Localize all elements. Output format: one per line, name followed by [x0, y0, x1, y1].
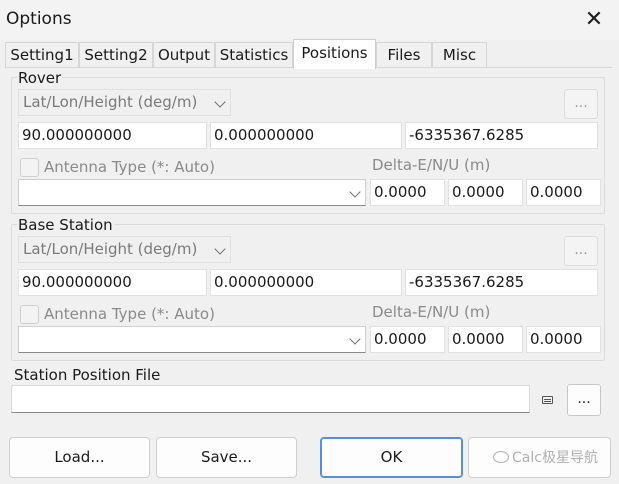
- base-delta-n-input[interactable]: 0.0000: [448, 326, 523, 353]
- chevron-down-icon: [214, 96, 226, 108]
- rover-delta-u-input[interactable]: 0.0000: [526, 179, 601, 206]
- ok-button[interactable]: OK: [320, 437, 463, 478]
- tab-statistics[interactable]: Statistics: [215, 42, 293, 68]
- watermark: Calc极星导航: [493, 447, 598, 467]
- rover-antenna-checkbox[interactable]: [20, 158, 39, 177]
- tab-output[interactable]: Output: [153, 42, 215, 68]
- close-icon[interactable]: ✕: [581, 7, 607, 33]
- rover-delta-e-input[interactable]: 0.0000: [370, 179, 445, 206]
- tab-misc[interactable]: Misc: [432, 42, 487, 68]
- chevron-down-icon: [349, 186, 361, 198]
- base-station-group-label: Base Station: [17, 216, 114, 234]
- watermark-text: Calc极星导航: [512, 450, 598, 466]
- view-file-icon[interactable]: [542, 396, 553, 404]
- rover-group-label: Rover: [17, 69, 63, 87]
- base-delta-u-input[interactable]: 0.0000: [526, 326, 601, 353]
- rover-lon-input[interactable]: 0.000000000: [210, 122, 402, 149]
- rover-delta-n-input[interactable]: 0.0000: [448, 179, 523, 206]
- rover-delta-label: Delta-E/N/U (m): [372, 156, 491, 174]
- save-button[interactable]: Save...: [156, 437, 297, 478]
- station-position-file-input[interactable]: [11, 385, 530, 413]
- wechat-icon: [493, 451, 509, 463]
- tab-files[interactable]: Files: [376, 42, 432, 68]
- base-antenna-select[interactable]: [18, 326, 366, 353]
- window-title: Options: [6, 9, 72, 29]
- base-height-input[interactable]: -6335367.6285: [405, 269, 598, 296]
- rover-position-type-value: Lat/Lon/Height (deg/m): [23, 93, 198, 111]
- station-position-file-label: Station Position File: [14, 366, 161, 384]
- load-button[interactable]: Load...: [9, 437, 150, 478]
- rover-antenna-select[interactable]: [18, 179, 366, 206]
- tab-positions[interactable]: Positions: [293, 39, 376, 69]
- tab-setting2[interactable]: Setting2: [79, 42, 153, 68]
- chevron-down-icon: [349, 333, 361, 345]
- base-lon-input[interactable]: 0.000000000: [210, 269, 402, 296]
- title-bar: Options ✕: [0, 0, 619, 40]
- base-delta-e-input[interactable]: 0.0000: [370, 326, 445, 353]
- rover-antenna-label: Antenna Type (*: Auto): [44, 158, 215, 176]
- rover-height-input[interactable]: -6335367.6285: [405, 122, 598, 149]
- base-position-type-select[interactable]: Lat/Lon/Height (deg/m): [18, 236, 231, 263]
- base-position-browse-button[interactable]: ...: [564, 236, 598, 266]
- base-lat-input[interactable]: 90.000000000: [18, 269, 207, 296]
- base-antenna-checkbox[interactable]: [20, 305, 39, 324]
- rover-position-type-select[interactable]: Lat/Lon/Height (deg/m): [18, 89, 231, 116]
- station-file-browse-button[interactable]: ...: [567, 384, 601, 416]
- chevron-down-icon: [214, 243, 226, 255]
- base-antenna-label: Antenna Type (*: Auto): [44, 305, 215, 323]
- rover-lat-input[interactable]: 90.000000000: [18, 122, 207, 149]
- tab-setting1[interactable]: Setting1: [5, 42, 79, 68]
- base-delta-label: Delta-E/N/U (m): [372, 303, 491, 321]
- base-position-type-value: Lat/Lon/Height (deg/m): [23, 240, 198, 258]
- rover-position-browse-button[interactable]: ...: [564, 89, 598, 119]
